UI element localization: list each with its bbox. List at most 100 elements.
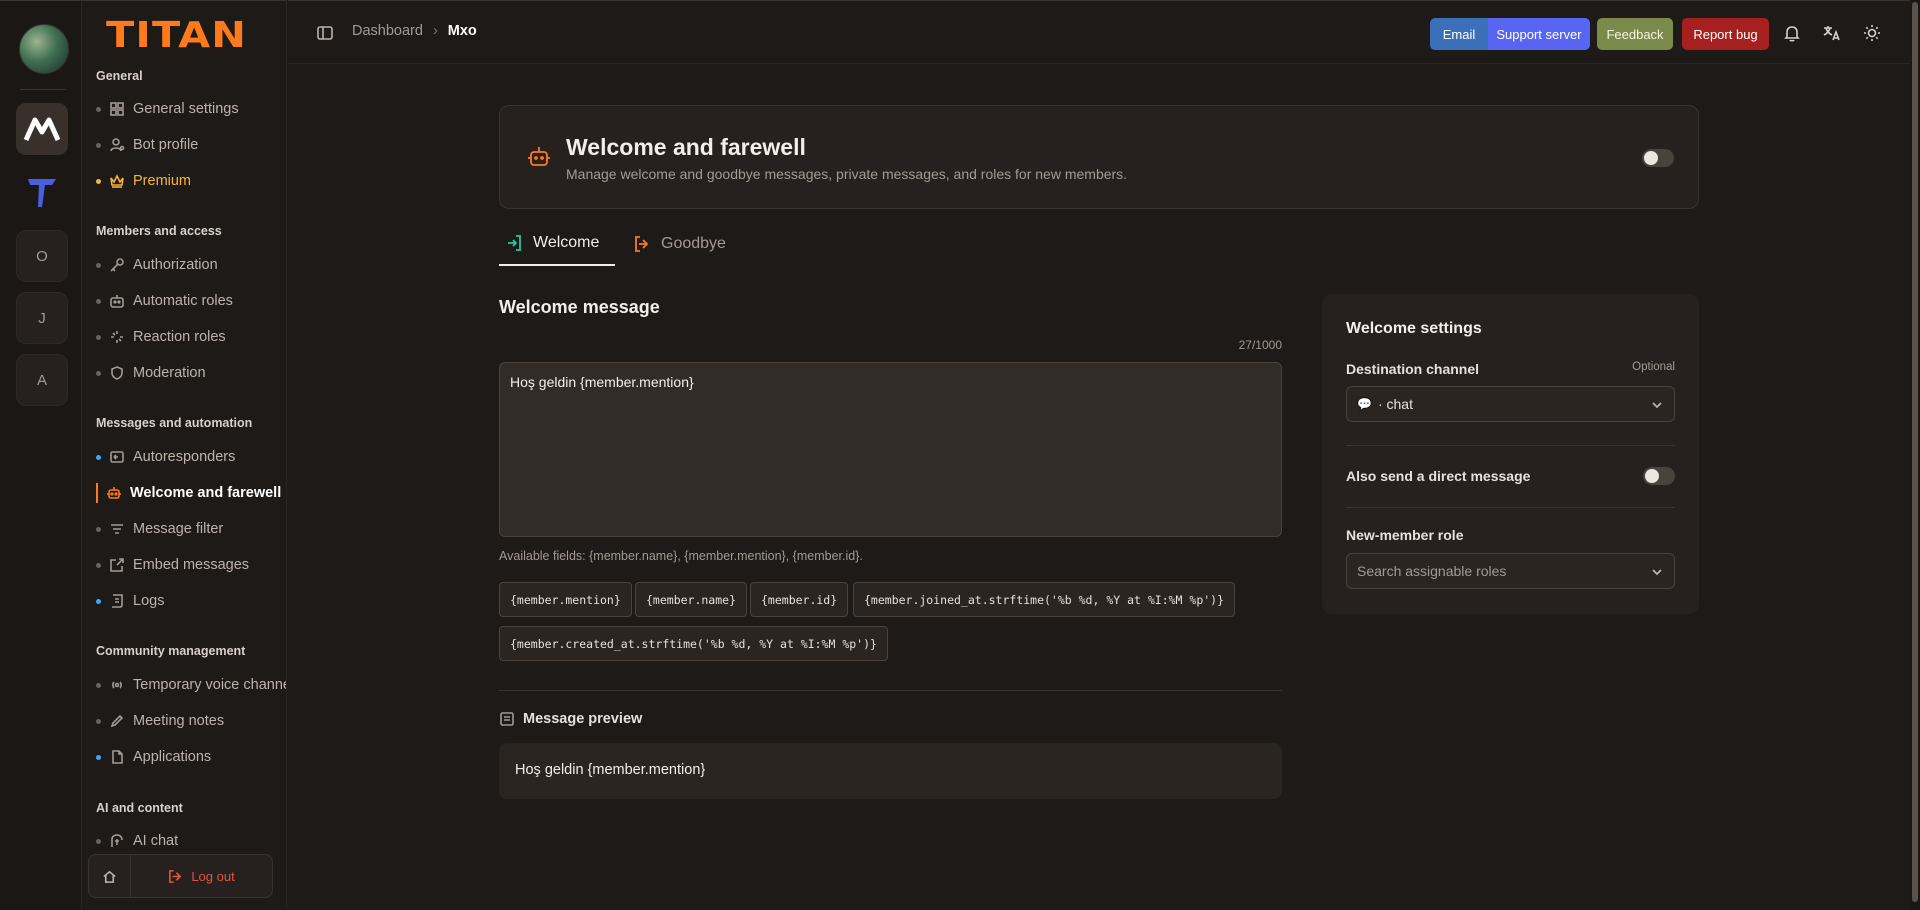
nav-section-members: Members and access [96, 224, 222, 238]
welcome-message-textarea[interactable] [499, 362, 1282, 537]
new-member-role-label: New-member role [1346, 527, 1464, 543]
logout-icon [635, 236, 649, 252]
scrollbar-thumb[interactable] [1912, 2, 1918, 902]
crown-icon [109, 173, 125, 189]
sidebar-item-temporary-voice[interactable]: Temporary voice channels [96, 672, 286, 698]
server-icon-j[interactable]: J [16, 292, 68, 344]
sidebar-item-welcome-farewell[interactable]: Welcome and farewell [96, 480, 286, 506]
sidebar-panel-icon [317, 26, 333, 40]
m-logo-icon [23, 117, 61, 142]
email-button[interactable]: Email [1430, 18, 1488, 50]
sidebar-item-premium[interactable]: Premium [96, 168, 286, 194]
ai-brain-icon [109, 833, 125, 849]
welcome-settings-panel: Welcome settings Destination channel Opt… [1322, 294, 1699, 614]
sidebar-item-ai-chat[interactable]: AI chat [96, 828, 286, 854]
server-icon-a[interactable]: A [16, 354, 68, 406]
sidebar-item-reaction-roles[interactable]: Reaction roles [96, 324, 286, 350]
chevron-down-icon [1650, 565, 1664, 579]
sidebar-item-meeting-notes[interactable]: Meeting notes [96, 708, 286, 734]
user-gear-icon [109, 137, 125, 153]
nav-section-general: General [96, 69, 143, 83]
field-chip-member-mention[interactable]: {member.mention} [499, 582, 632, 617]
new-member-role-select[interactable]: Search assignable roles [1346, 553, 1675, 589]
settings-title: Welcome settings [1346, 320, 1482, 337]
robot-icon [109, 293, 125, 309]
nav-section-ai: AI and content [96, 801, 183, 815]
field-chip-joined-at[interactable]: {member.joined_at.strftime('%b %d, %Y at… [853, 582, 1236, 617]
sidebar-item-automatic-roles[interactable]: Automatic roles [96, 288, 286, 314]
sun-icon[interactable] [1862, 23, 1882, 43]
breadcrumb-current: Mxo [447, 23, 477, 39]
home-icon [103, 870, 116, 883]
settings-divider [1346, 507, 1675, 508]
field-chip-member-id[interactable]: {member.id} [750, 582, 849, 617]
bell-icon[interactable] [1782, 23, 1802, 43]
logout-button[interactable]: Log out [131, 869, 272, 884]
top-bar: Dashboard › Mxo Email Support server Fee… [288, 0, 1920, 64]
tab-welcome[interactable]: Welcome [499, 222, 615, 266]
external-box-icon [109, 557, 125, 573]
sidebar-item-authorization[interactable]: Authorization [96, 252, 286, 278]
destination-channel-select[interactable]: 💬 · chat [1346, 386, 1675, 422]
toggle-sidebar-button[interactable] [316, 24, 334, 42]
message-preview: Hoş geldin {member.mention} [499, 743, 1282, 799]
character-counter: 27/1000 [1238, 338, 1282, 352]
server-rail: O J A [0, 0, 82, 910]
message-preview-label: Message preview [499, 711, 642, 727]
sidebar-item-logs[interactable]: Logs [96, 588, 286, 614]
bot-icon [526, 144, 552, 170]
t-logo-icon [28, 179, 56, 207]
direct-message-label: Also send a direct message [1346, 468, 1531, 484]
support-server-button[interactable]: Support server [1488, 18, 1590, 50]
nav-section-community: Community management [96, 644, 246, 658]
reply-box-icon [109, 449, 125, 465]
report-bug-button[interactable]: Report bug [1682, 18, 1769, 50]
rail-divider [20, 89, 66, 90]
sidebar-item-bot-profile[interactable]: Bot profile [96, 132, 286, 158]
sparkle-icon [109, 329, 125, 345]
field-chip-member-name[interactable]: {member.name} [635, 582, 748, 617]
home-button[interactable] [89, 855, 131, 897]
pen-icon [109, 713, 125, 729]
sidebar-item-message-filter[interactable]: Message filter [96, 516, 286, 542]
page-subtitle: Manage welcome and goodbye messages, pri… [566, 166, 1128, 182]
feedback-button[interactable]: Feedback [1597, 18, 1673, 50]
page-title: Welcome and farewell [566, 134, 806, 160]
user-avatar[interactable] [19, 24, 69, 74]
sidebar: TITAN General General settings Bot profi… [82, 0, 287, 910]
broadcast-icon [109, 677, 125, 693]
page-scrollbar[interactable] [1910, 0, 1920, 910]
sidebar-item-applications[interactable]: Applications [96, 744, 286, 770]
key-icon [109, 257, 125, 273]
filter-icon [109, 521, 125, 537]
server-icon-m[interactable] [16, 103, 68, 155]
sidebar-item-autoresponders[interactable]: Autoresponders [96, 444, 286, 470]
section-divider [499, 690, 1282, 691]
document-icon [109, 749, 125, 765]
sidebar-item-moderation[interactable]: Moderation [96, 360, 286, 386]
shield-icon [109, 365, 125, 381]
scroll-icon [109, 593, 125, 609]
message-lines-icon [500, 712, 514, 726]
tab-goodbye[interactable]: Goodbye [633, 222, 743, 266]
server-icon-t[interactable] [16, 165, 68, 217]
breadcrumb: Dashboard › Mxo [352, 23, 477, 39]
titan-logo[interactable]: TITAN [106, 15, 247, 56]
bot-icon [106, 485, 122, 501]
sidebar-item-general-settings[interactable]: General settings [96, 96, 286, 122]
feature-enabled-toggle[interactable] [1642, 149, 1674, 167]
chevron-down-icon [1650, 398, 1664, 412]
server-icon-o[interactable]: O [16, 230, 68, 282]
available-fields-hint: Available fields: {member.name}, {member… [499, 549, 863, 563]
field-chip-created-at[interactable]: {member.created_at.strftime('%b %d, %Y a… [499, 626, 888, 661]
nav-section-messages: Messages and automation [96, 416, 253, 430]
settings-divider [1346, 445, 1675, 446]
chevron-right-icon: › [432, 23, 438, 39]
welcome-message-title: Welcome message [499, 297, 660, 317]
sidebar-footer: Log out [88, 854, 273, 898]
breadcrumb-dashboard[interactable]: Dashboard [352, 23, 423, 39]
translate-icon[interactable] [1822, 23, 1842, 43]
direct-message-toggle[interactable] [1643, 467, 1675, 485]
logout-icon [169, 869, 182, 883]
sidebar-item-embed-messages[interactable]: Embed messages [96, 552, 286, 578]
